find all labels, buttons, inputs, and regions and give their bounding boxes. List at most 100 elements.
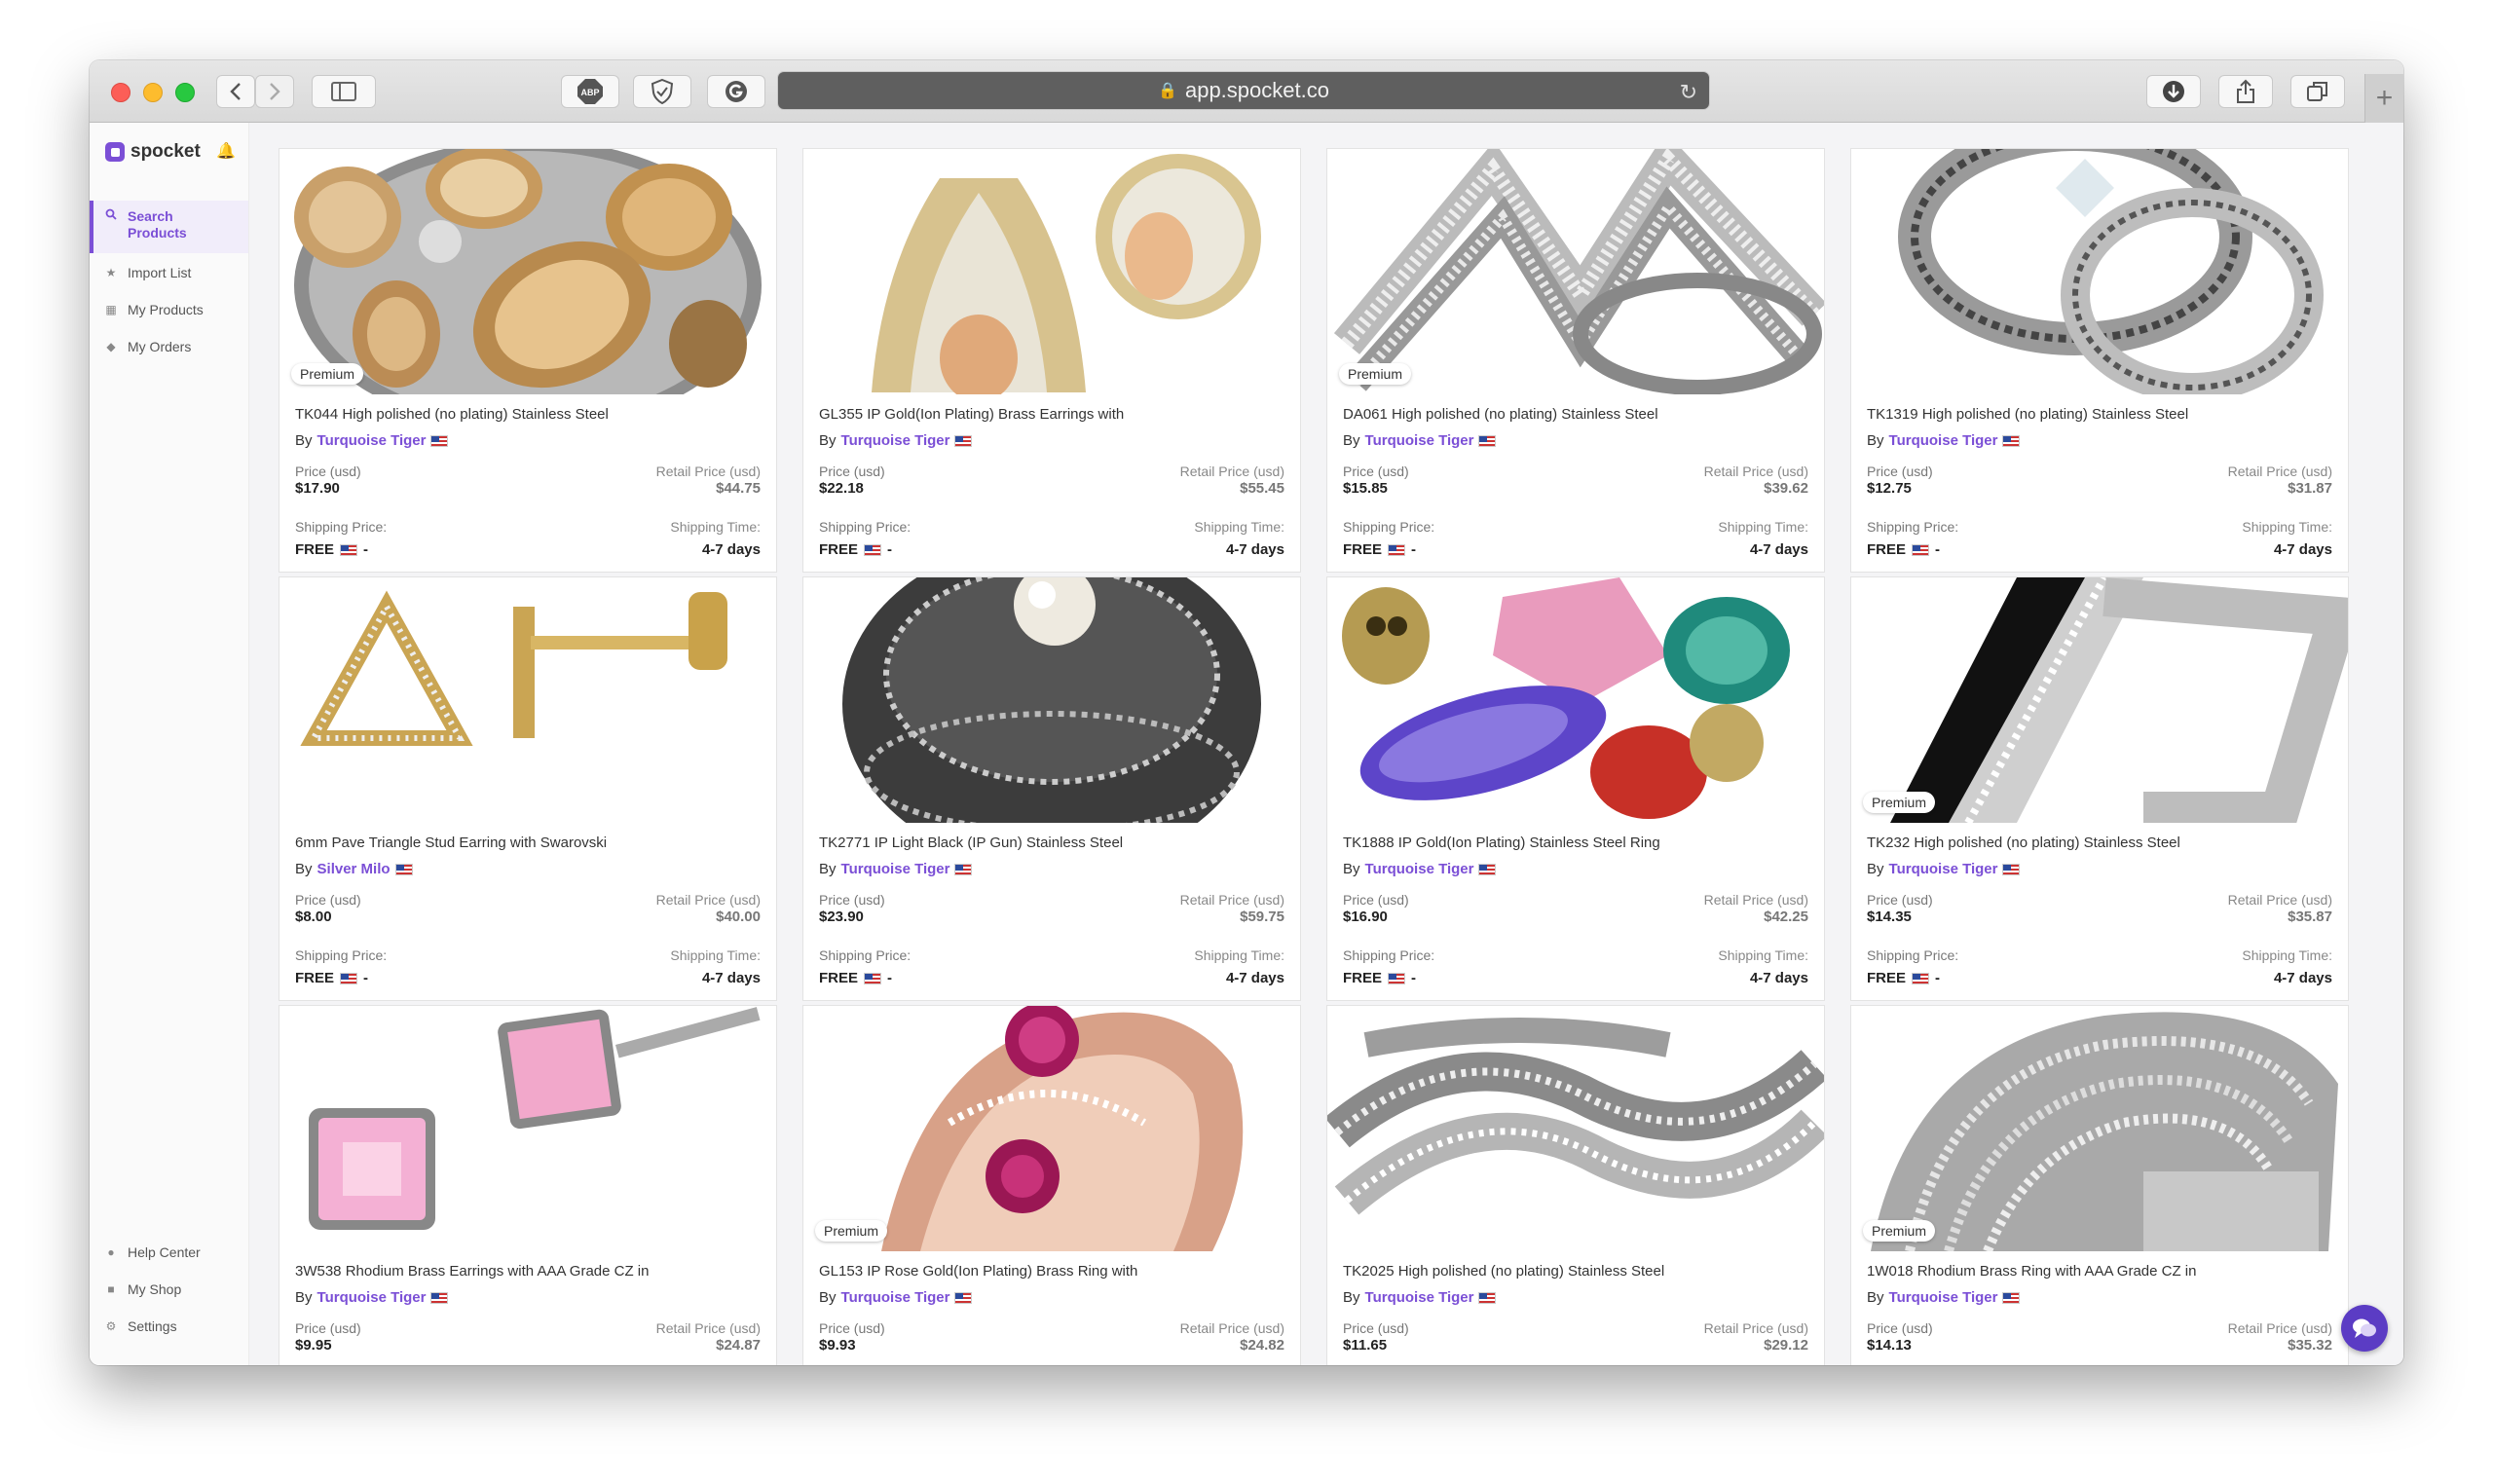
supplier-link[interactable]: Turquoise Tiger [1889, 1289, 1998, 1306]
grammarly-extension-button[interactable] [707, 75, 765, 108]
product-image[interactable]: Premium [279, 149, 776, 394]
supplier-link[interactable]: Turquoise Tiger [1889, 432, 1998, 449]
minimize-window-button[interactable] [143, 83, 163, 102]
supplier-link[interactable]: Turquoise Tiger [1365, 1289, 1474, 1306]
by-label: By [819, 432, 837, 449]
gear-icon: ⚙ [105, 1319, 117, 1333]
product-title[interactable]: GL355 IP Gold(Ion Plating) Brass Earring… [819, 406, 1124, 423]
product-image[interactable]: Premium [1851, 577, 2348, 823]
product-title[interactable]: 3W538 Rhodium Brass Earrings with AAA Gr… [295, 1263, 650, 1280]
forward-button[interactable] [255, 75, 294, 108]
supplier-link[interactable]: Turquoise Tiger [317, 1289, 427, 1306]
product-card[interactable]: TK2771 IP Light Black (IP Gun) Stainless… [802, 576, 1301, 1001]
us-flag-icon [954, 863, 973, 875]
reload-icon[interactable]: ↻ [1680, 80, 1697, 105]
retail-price: $35.32 [2288, 1337, 2332, 1354]
bell-icon[interactable]: 🔔 [216, 141, 236, 161]
chevron-right-icon [270, 83, 280, 100]
by-label: By [295, 432, 313, 449]
product-title[interactable]: TK1319 High polished (no plating) Stainl… [1867, 406, 2188, 423]
product-price: $17.90 [295, 480, 340, 497]
product-title[interactable]: GL153 IP Rose Gold(Ion Plating) Brass Ri… [819, 1263, 1137, 1280]
product-image[interactable]: Premium [803, 1006, 1300, 1251]
product-supplier: By Turquoise Tiger [819, 1289, 973, 1306]
sidebar-item-my-products[interactable]: ▦ My Products [90, 302, 248, 318]
product-image[interactable] [803, 149, 1300, 394]
retail-price-label: Retail Price (usd) [1703, 464, 1808, 479]
product-image[interactable] [279, 1006, 776, 1251]
supplier-link[interactable]: Turquoise Tiger [841, 432, 950, 449]
product-card[interactable]: Premium 1W018 Rhodium Brass Ring with AA… [1850, 1005, 2349, 1365]
retail-price: $24.87 [716, 1337, 761, 1354]
product-card[interactable]: TK2025 High polished (no plating) Stainl… [1326, 1005, 1825, 1365]
supplier-link[interactable]: Turquoise Tiger [841, 1289, 950, 1306]
us-flag-icon [2002, 1291, 2021, 1304]
supplier-link[interactable]: Silver Milo [317, 861, 391, 877]
product-title[interactable]: TK044 High polished (no plating) Stainle… [295, 406, 609, 423]
product-image[interactable]: Premium [1851, 1006, 2348, 1251]
product-card[interactable]: Premium DA061 High polished (no plating)… [1326, 148, 1825, 573]
product-title[interactable]: TK2771 IP Light Black (IP Gun) Stainless… [819, 835, 1123, 851]
sidebar-item-import-list[interactable]: ★ Import List [90, 265, 248, 281]
product-image[interactable] [1851, 149, 2348, 394]
by-label: By [1867, 1289, 1884, 1306]
supplier-link[interactable]: Turquoise Tiger [317, 432, 427, 449]
chat-button[interactable] [2341, 1305, 2388, 1352]
product-title[interactable]: TK1888 IP Gold(Ion Plating) Stainless St… [1343, 835, 1660, 851]
sidebar-toggle-button[interactable] [312, 75, 376, 108]
product-card[interactable]: Premium TK044 High polished (no plating)… [279, 148, 777, 573]
zoom-window-button[interactable] [175, 83, 195, 102]
close-window-button[interactable] [111, 83, 130, 102]
lock-icon: 🔒 [1158, 83, 1177, 99]
product-price: $16.90 [1343, 909, 1388, 925]
retail-price-label: Retail Price (usd) [1703, 1320, 1808, 1336]
supplier-link[interactable]: Turquoise Tiger [1889, 861, 1998, 877]
product-card[interactable]: Premium GL153 IP Rose Gold(Ion Plating) … [802, 1005, 1301, 1365]
by-label: By [1867, 432, 1884, 449]
spocket-logo[interactable]: spocket [105, 141, 201, 163]
adblock-extension-button[interactable]: ABP [561, 75, 619, 108]
product-title[interactable]: DA061 High polished (no plating) Stainle… [1343, 406, 1658, 423]
product-title[interactable]: TK232 High polished (no plating) Stainle… [1867, 835, 2180, 851]
product-image[interactable]: Premium [1327, 149, 1824, 394]
product-card[interactable]: 6mm Pave Triangle Stud Earring with Swar… [279, 576, 777, 1001]
product-image[interactable] [1327, 1006, 1824, 1251]
retail-price: $39.62 [1764, 480, 1808, 497]
help-icon: ● [107, 1245, 115, 1259]
product-title[interactable]: 6mm Pave Triangle Stud Earring with Swar… [295, 835, 607, 851]
product-price: $11.65 [1343, 1337, 1388, 1354]
product-image[interactable] [803, 577, 1300, 823]
privacy-extension-button[interactable] [633, 75, 691, 108]
share-button[interactable] [2218, 75, 2273, 108]
logo-text: spocket [130, 141, 201, 162]
product-card[interactable]: 3W538 Rhodium Brass Earrings with AAA Gr… [279, 1005, 777, 1365]
product-image[interactable] [279, 577, 776, 823]
premium-badge: Premium [1863, 792, 1936, 813]
tabs-overview-button[interactable] [2290, 75, 2345, 108]
product-image[interactable] [1327, 577, 1824, 823]
address-bar[interactable]: 🔒 app.spocket.co ↻ [777, 71, 1710, 110]
product-price: $14.13 [1867, 1337, 1912, 1354]
shipping-time-label: Shipping Time: [670, 947, 761, 963]
product-supplier: By Turquoise Tiger [1343, 1289, 1497, 1306]
sidebar-item-my-shop[interactable]: ■ My Shop [90, 1281, 248, 1298]
shipping-price: FREE - [1867, 970, 1941, 986]
sidebar-item-my-orders[interactable]: ◆ My Orders [90, 339, 248, 355]
supplier-link[interactable]: Turquoise Tiger [1365, 861, 1474, 877]
back-button[interactable] [216, 75, 255, 108]
product-card[interactable]: TK1888 IP Gold(Ion Plating) Stainless St… [1326, 576, 1825, 1001]
downloads-button[interactable] [2146, 75, 2201, 108]
product-title[interactable]: 1W018 Rhodium Brass Ring with AAA Grade … [1867, 1263, 2196, 1280]
new-tab-button[interactable]: + [2364, 74, 2403, 123]
product-card[interactable]: TK1319 High polished (no plating) Stainl… [1850, 148, 2349, 573]
us-flag-icon [340, 543, 358, 556]
product-card[interactable]: GL355 IP Gold(Ion Plating) Brass Earring… [802, 148, 1301, 573]
product-title[interactable]: TK2025 High polished (no plating) Stainl… [1343, 1263, 1664, 1280]
sidebar-item-help-center[interactable]: ● Help Center [90, 1244, 248, 1261]
shipping-price: FREE - [819, 970, 893, 986]
supplier-link[interactable]: Turquoise Tiger [841, 861, 950, 877]
sidebar-item-settings[interactable]: ⚙ Settings [90, 1318, 248, 1335]
sidebar-item-search-products[interactable]: Search Products [90, 201, 248, 253]
supplier-link[interactable]: Turquoise Tiger [1365, 432, 1474, 449]
product-card[interactable]: Premium TK232 High polished (no plating)… [1850, 576, 2349, 1001]
